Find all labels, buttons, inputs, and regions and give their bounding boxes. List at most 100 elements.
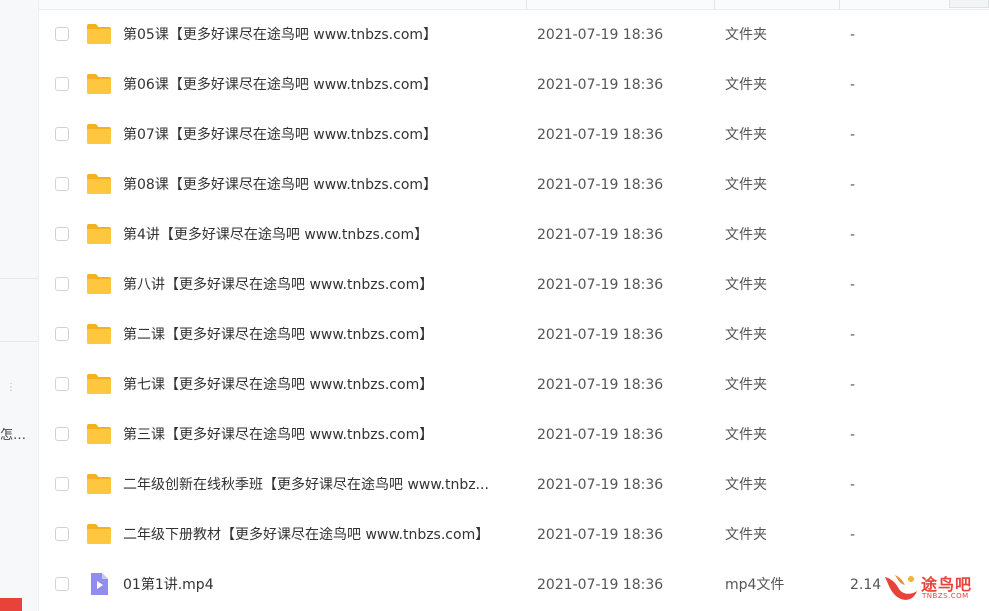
folder-icon xyxy=(86,273,112,295)
file-row[interactable]: 第06课【更多好课尽在途鸟吧 www.tnbzs.com】 2021-07-19 … xyxy=(39,60,989,110)
file-size: - xyxy=(850,227,856,243)
file-type: 文件夹 xyxy=(725,227,767,243)
modified-date: 2021-07-19 18:36 xyxy=(537,27,664,43)
file-manager-window: ⋮ 怎… 第05课【更多好课尽在途鸟吧 www.tnbzs.com】 2021-0… xyxy=(0,0,989,611)
folder-icon xyxy=(86,73,112,95)
watermark: 途鸟吧 TNBZS.COM xyxy=(881,571,981,605)
modified-date: 2021-07-19 18:36 xyxy=(537,327,664,343)
file-size: - xyxy=(850,527,856,543)
file-type: 文件夹 xyxy=(725,327,767,343)
file-name[interactable]: 第06课【更多好课尽在途鸟吧 www.tnbzs.com】 xyxy=(123,75,437,95)
file-size: 2.14 xyxy=(850,577,882,593)
file-type: 文件夹 xyxy=(725,127,767,143)
file-size: - xyxy=(850,77,856,93)
file-type: 文件夹 xyxy=(725,27,767,43)
file-row[interactable]: 第八讲【更多好课尽在途鸟吧 www.tnbzs.com】 2021-07-19 1… xyxy=(39,260,989,310)
modified-date: 2021-07-19 18:36 xyxy=(537,77,664,93)
folder-icon xyxy=(86,473,112,495)
sidebar-divider xyxy=(0,341,38,342)
folder-icon xyxy=(86,173,112,195)
column-separator[interactable] xyxy=(714,0,715,9)
modified-date: 2021-07-19 18:36 xyxy=(537,377,664,393)
folder-icon xyxy=(86,23,112,45)
file-size: - xyxy=(850,477,856,493)
file-name[interactable]: 01第1讲.mp4 xyxy=(123,575,214,595)
row-checkbox[interactable] xyxy=(55,227,69,241)
file-name[interactable]: 第4讲【更多好课尽在途鸟吧 www.tnbzs.com】 xyxy=(123,225,428,245)
sidebar-item-label[interactable]: 怎… xyxy=(0,424,26,443)
folder-icon xyxy=(86,223,112,245)
modified-date: 2021-07-19 18:36 xyxy=(537,227,664,243)
sidebar-red-badge xyxy=(0,598,22,611)
file-list: 第05课【更多好课尽在途鸟吧 www.tnbzs.com】 2021-07-19 … xyxy=(39,10,989,610)
file-name[interactable]: 第三课【更多好课尽在途鸟吧 www.tnbzs.com】 xyxy=(123,425,433,445)
file-row[interactable]: 第07课【更多好课尽在途鸟吧 www.tnbzs.com】 2021-07-19 … xyxy=(39,110,989,160)
file-row[interactable]: 第三课【更多好课尽在途鸟吧 www.tnbzs.com】 2021-07-19 1… xyxy=(39,410,989,460)
file-name[interactable]: 二年级下册教材【更多好课尽在途鸟吧 www.tnbzs.com】 xyxy=(123,525,489,545)
folder-icon xyxy=(86,123,112,145)
row-checkbox[interactable] xyxy=(55,427,69,441)
file-name[interactable]: 第七课【更多好课尽在途鸟吧 www.tnbzs.com】 xyxy=(123,375,433,395)
folder-icon xyxy=(86,323,112,345)
modified-date: 2021-07-19 18:36 xyxy=(537,277,664,293)
row-checkbox[interactable] xyxy=(55,27,69,41)
file-type: 文件夹 xyxy=(725,177,767,193)
column-separator[interactable] xyxy=(526,0,527,9)
file-row[interactable]: 第二课【更多好课尽在途鸟吧 www.tnbzs.com】 2021-07-19 1… xyxy=(39,310,989,360)
file-size: - xyxy=(850,127,856,143)
file-size: - xyxy=(850,277,856,293)
file-size: - xyxy=(850,377,856,393)
row-checkbox[interactable] xyxy=(55,477,69,491)
file-type: 文件夹 xyxy=(725,527,767,543)
modified-date: 2021-07-19 18:36 xyxy=(537,527,664,543)
file-row[interactable]: 第08课【更多好课尽在途鸟吧 www.tnbzs.com】 2021-07-19 … xyxy=(39,160,989,210)
file-type: 文件夹 xyxy=(725,277,767,293)
file-size: - xyxy=(850,27,856,43)
file-row[interactable]: 第05课【更多好课尽在途鸟吧 www.tnbzs.com】 2021-07-19 … xyxy=(39,10,989,60)
row-checkbox[interactable] xyxy=(55,577,69,591)
row-checkbox[interactable] xyxy=(55,277,69,291)
column-separator[interactable] xyxy=(839,0,840,9)
header-control[interactable] xyxy=(949,0,989,8)
folder-icon xyxy=(86,423,112,445)
watermark-subtext: TNBZS.COM xyxy=(922,592,969,600)
modified-date: 2021-07-19 18:36 xyxy=(537,127,664,143)
row-checkbox[interactable] xyxy=(55,377,69,391)
sidebar-divider xyxy=(0,278,38,279)
file-name[interactable]: 第08课【更多好课尽在途鸟吧 www.tnbzs.com】 xyxy=(123,175,437,195)
bird-logo-icon xyxy=(885,575,917,600)
file-type: 文件夹 xyxy=(725,477,767,493)
file-row[interactable]: 第七课【更多好课尽在途鸟吧 www.tnbzs.com】 2021-07-19 1… xyxy=(39,360,989,410)
file-name[interactable]: 第05课【更多好课尽在途鸟吧 www.tnbzs.com】 xyxy=(123,25,437,45)
file-name[interactable]: 第二课【更多好课尽在途鸟吧 www.tnbzs.com】 xyxy=(123,325,433,345)
file-name[interactable]: 第八讲【更多好课尽在途鸟吧 www.tnbzs.com】 xyxy=(123,275,433,295)
file-type: 文件夹 xyxy=(725,427,767,443)
file-type: 文件夹 xyxy=(725,377,767,393)
folder-icon xyxy=(86,373,112,395)
row-checkbox[interactable] xyxy=(55,327,69,341)
modified-date: 2021-07-19 18:36 xyxy=(537,427,664,443)
video-file-icon xyxy=(86,573,112,595)
row-checkbox[interactable] xyxy=(55,127,69,141)
file-size: - xyxy=(850,327,856,343)
modified-date: 2021-07-19 18:36 xyxy=(537,177,664,193)
file-type: 文件夹 xyxy=(725,77,767,93)
file-size: - xyxy=(850,177,856,193)
row-checkbox[interactable] xyxy=(55,177,69,191)
column-header xyxy=(39,0,989,10)
file-row[interactable]: 01第1讲.mp4 2021-07-19 18:36 mp4文件 2.14 xyxy=(39,560,989,610)
file-name[interactable]: 二年级创新在线秋季班【更多好课尽在途鸟吧 www.tnbz... xyxy=(123,475,489,495)
file-type: mp4文件 xyxy=(725,577,785,593)
drag-handle-icon[interactable]: ⋮ xyxy=(6,383,16,393)
file-row[interactable]: 二年级创新在线秋季班【更多好课尽在途鸟吧 www.tnbz... 2021-07-… xyxy=(39,460,989,510)
row-checkbox[interactable] xyxy=(55,77,69,91)
modified-date: 2021-07-19 18:36 xyxy=(537,577,664,593)
folder-icon xyxy=(86,523,112,545)
row-checkbox[interactable] xyxy=(55,527,69,541)
sidebar: ⋮ 怎… xyxy=(0,0,39,611)
modified-date: 2021-07-19 18:36 xyxy=(537,477,664,493)
file-row[interactable]: 第4讲【更多好课尽在途鸟吧 www.tnbzs.com】 2021-07-19 1… xyxy=(39,210,989,260)
file-name[interactable]: 第07课【更多好课尽在途鸟吧 www.tnbzs.com】 xyxy=(123,125,437,145)
file-row[interactable]: 二年级下册教材【更多好课尽在途鸟吧 www.tnbzs.com】 2021-07-… xyxy=(39,510,989,560)
file-size: - xyxy=(850,427,856,443)
